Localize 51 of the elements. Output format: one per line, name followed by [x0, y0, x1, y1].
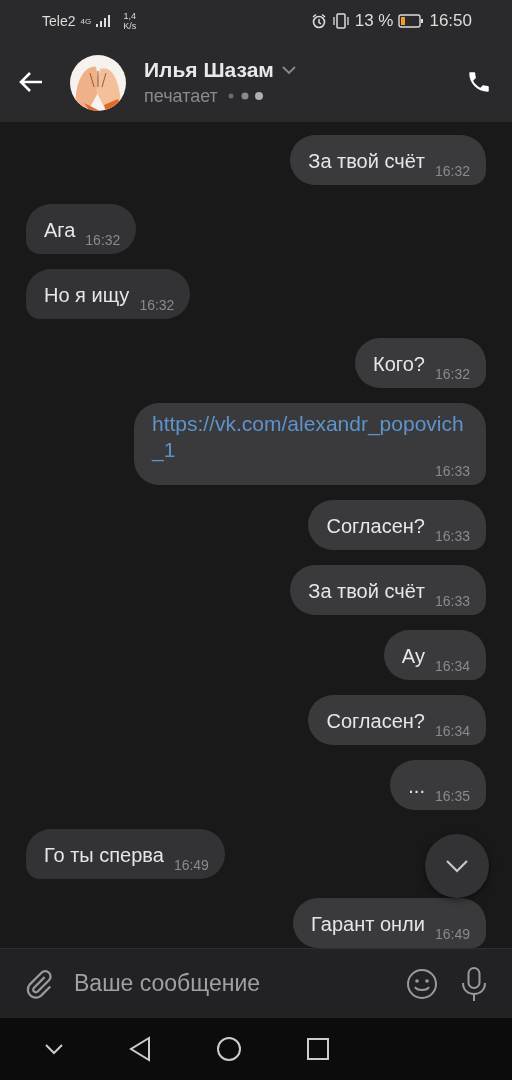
message-text: Кого?	[373, 352, 425, 377]
contact-name[interactable]: Илья Шазам	[144, 57, 274, 82]
message-time: 16:33	[434, 528, 470, 544]
message-time: 16:33	[434, 463, 470, 479]
message-text: За твой счёт	[308, 149, 425, 174]
message-time: 16:32	[85, 232, 121, 248]
speed-unit: K/s	[123, 21, 137, 31]
chevron-down-icon[interactable]	[445, 859, 469, 873]
message-text: Согласен?	[326, 709, 425, 734]
message-time: 16:33	[434, 593, 470, 609]
message-text: За твой счёт	[308, 579, 425, 604]
message-text: Гарант онли	[311, 912, 425, 937]
clock: 16:50	[429, 11, 472, 31]
message-bubble[interactable]: Гарант онли 16:49	[293, 898, 486, 948]
message-time: 16:32	[434, 366, 470, 382]
message-text: ...	[408, 774, 425, 799]
message-bubble[interactable]: Согласен? 16:33	[308, 500, 486, 550]
message-bar[interactable]: Ваше сообщение	[0, 948, 512, 1018]
message-time: 16:34	[434, 723, 470, 739]
battery-percent: 13 %	[354, 11, 394, 31]
carrier-name: Tele2	[42, 13, 76, 29]
network-type: 4G	[80, 16, 92, 26]
message-time: 16:49	[434, 926, 470, 942]
typing-status: печатает	[144, 85, 218, 107]
message-text: Ага	[44, 218, 76, 243]
vibrate-icon	[331, 13, 350, 29]
message-bubble[interactable]: Го ты сперва 16:49	[26, 829, 225, 879]
message-text: Го ты сперва	[44, 843, 164, 868]
speed-value: 1,4	[123, 11, 136, 21]
message-input[interactable]: Ваше сообщение	[72, 969, 388, 998]
message-time: 16:32	[139, 297, 175, 313]
message-time: 16:32	[434, 163, 470, 179]
message-bubble[interactable]: За твой счёт 16:32	[290, 135, 486, 185]
message-text: Ау	[401, 644, 425, 669]
message-time: 16:34	[434, 658, 470, 674]
message-link[interactable]: https://vk.com/alexandr_popovich_1	[152, 411, 470, 463]
message-bubble[interactable]: Но я ищу 16:32	[26, 269, 191, 319]
message-bubble[interactable]: За твой счёт 16:33	[290, 565, 486, 615]
message-bubble[interactable]: Ага 16:32	[26, 204, 137, 254]
message-bubble[interactable]: Кого? 16:32	[355, 338, 486, 388]
battery-icon	[398, 14, 425, 28]
message-time: 16:35	[434, 788, 470, 804]
message-text: Но я ищу	[44, 283, 130, 308]
message-bubble[interactable]: Согласен? 16:34	[308, 695, 486, 745]
alarm-icon	[310, 13, 327, 29]
signal-icon	[96, 15, 111, 27]
message-text: Согласен?	[326, 514, 425, 539]
message-bubble[interactable]: https://vk.com/alexandr_popovich_1 16:33	[134, 403, 486, 485]
message-bubble[interactable]: ... 16:35	[390, 760, 486, 810]
message-time: 16:49	[173, 857, 209, 873]
message-bubble[interactable]: Ау 16:34	[383, 630, 486, 680]
